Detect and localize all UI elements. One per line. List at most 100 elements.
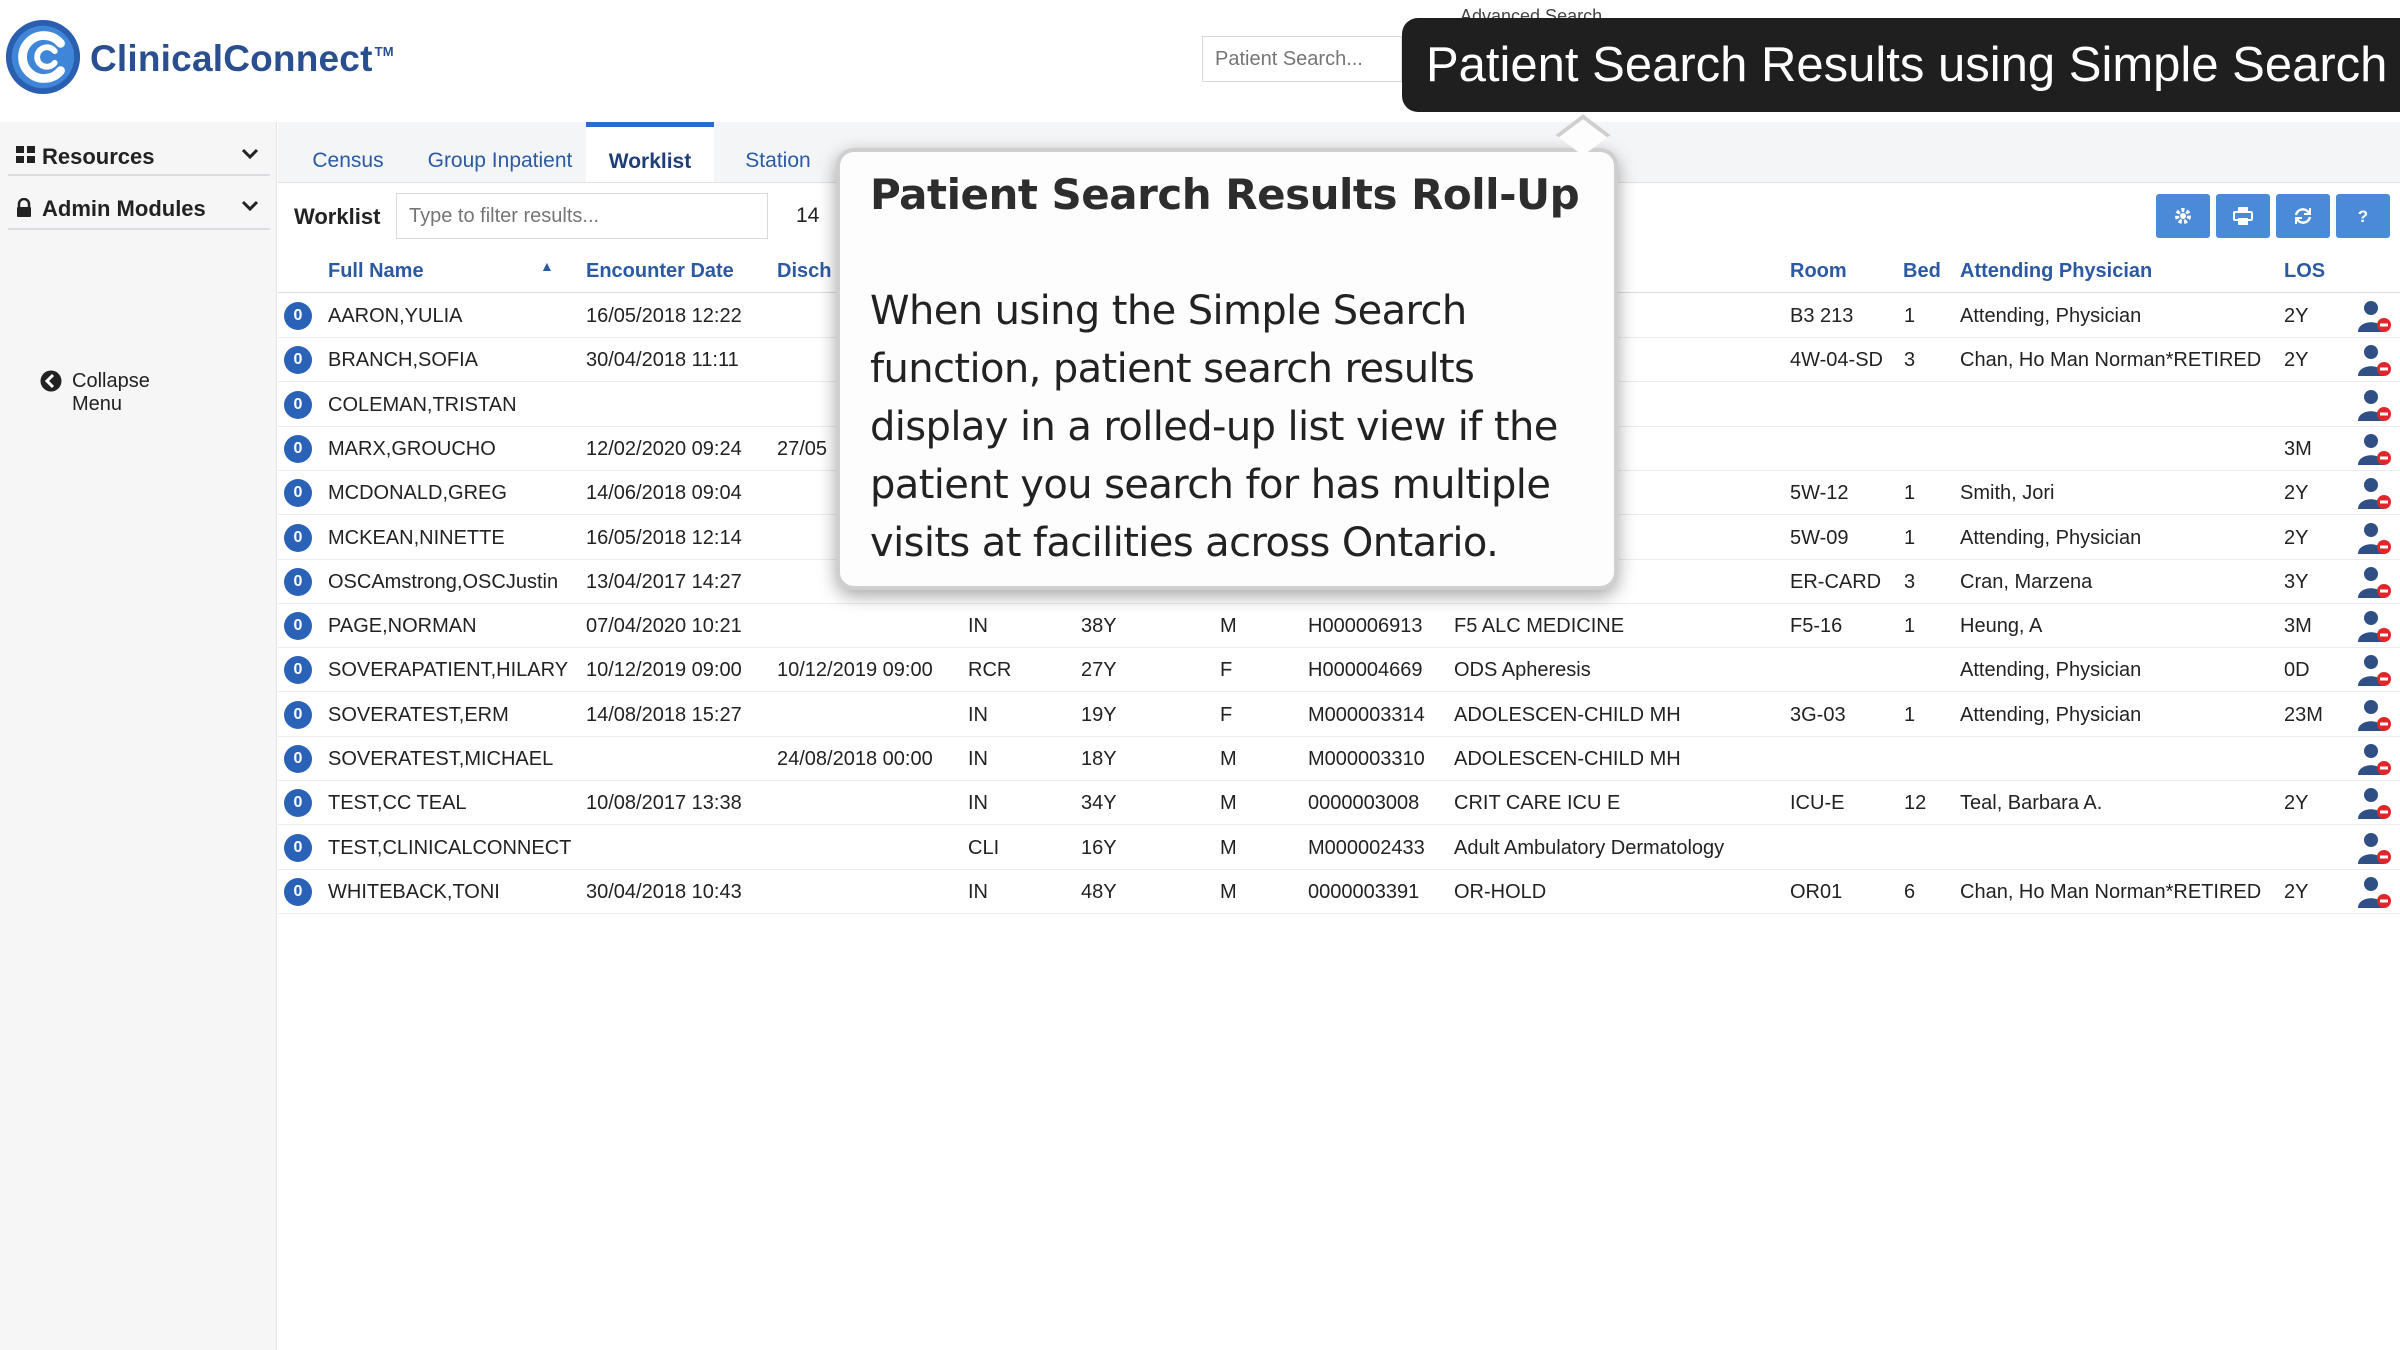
encounter-count-badge[interactable]: 0	[284, 745, 312, 773]
patient-alert-icon[interactable]	[2356, 476, 2392, 510]
cell-patient-name[interactable]: BRANCH,SOFIA	[328, 349, 478, 372]
table-row[interactable]: 0 SOVERATEST,MICHAEL 24/08/2018 00:00 IN 18Y…	[278, 736, 2400, 781]
cell-attending-physician: Attending, Physician	[1960, 703, 2142, 726]
cell-los: 23M	[2284, 703, 2323, 726]
sort-ascending-icon[interactable]: ▲	[540, 258, 554, 274]
cell-patient-name[interactable]: SOVERATEST,ERM	[328, 704, 509, 727]
patient-alert-icon[interactable]	[2356, 609, 2392, 643]
tab-census[interactable]: Census	[288, 122, 408, 182]
cell-room: B3 213	[1790, 305, 1854, 327]
patient-alert-icon[interactable]	[2356, 299, 2392, 333]
cell-unit: CRIT CARE ICU E	[1454, 792, 1621, 815]
cell-encounter-date: 12/02/2020 09:24	[586, 437, 742, 460]
cell-bed: 3	[1904, 570, 1916, 593]
encounter-count-badge[interactable]: 0	[284, 567, 312, 596]
sidebar: Resources Admin Modules Collapse Menu	[0, 122, 277, 1350]
encounter-count-badge[interactable]: 0	[284, 700, 312, 729]
table-row[interactable]: 0 SOVERAPATIENT,HILARY 10/12/2019 09:00 10/…	[278, 647, 2400, 693]
cell-patient-name[interactable]: MCDONALD,GREG	[328, 482, 507, 505]
cell-los: 2Y	[2284, 305, 2309, 327]
encounter-count-badge[interactable]: 0	[284, 479, 312, 508]
encounter-count-badge[interactable]: 0	[284, 346, 312, 375]
cell-patient-name[interactable]: SOVERAPATIENT,HILARY	[328, 659, 568, 682]
gear-icon	[2175, 208, 2191, 224]
cell-discharge-date: 24/08/2018 00:00	[777, 748, 933, 770]
patient-alert-icon[interactable]	[2356, 343, 2392, 377]
column-header-full-name[interactable]: Full Name	[328, 260, 424, 283]
patient-alert-icon[interactable]	[2356, 831, 2392, 865]
patient-alert-icon[interactable]	[2356, 875, 2392, 909]
table-row[interactable]: 0 WHITEBACK,TONI 30/04/2018 10:43 IN 48Y M 000…	[278, 869, 2400, 914]
cell-patient-name[interactable]: PAGE,NORMAN	[328, 615, 477, 638]
encounter-count-badge[interactable]: 0	[284, 523, 312, 552]
cell-los: 2Y	[2284, 792, 2309, 815]
settings-button[interactable]	[2156, 194, 2210, 238]
tab-station[interactable]: Station	[718, 122, 838, 182]
cell-patient-name[interactable]: TEST,CC TEAL	[328, 792, 467, 815]
chevron-down-icon[interactable]	[240, 196, 260, 216]
cell-unit: ODS Apheresis	[1454, 659, 1591, 682]
chevron-down-icon[interactable]	[240, 144, 260, 164]
patient-alert-icon[interactable]	[2356, 521, 2392, 555]
patient-alert-icon[interactable]	[2356, 653, 2392, 687]
tab-worklist[interactable]: Worklist	[586, 122, 714, 182]
cell-patient-name[interactable]: MCKEAN,NINETTE	[328, 527, 505, 550]
cell-patient-name[interactable]: WHITEBACK,TONI	[328, 881, 500, 904]
encounter-count-badge[interactable]: 0	[284, 612, 312, 641]
column-header-room[interactable]: Room	[1790, 260, 1847, 283]
column-header-discharge[interactable]: Disch	[777, 260, 831, 283]
table-row[interactable]: 0 TEST,CLINICALCONNECT CLI 16Y M M000002433 Ad…	[278, 825, 2400, 870]
encounter-count-badge[interactable]: 0	[284, 833, 312, 862]
sidebar-item-resources[interactable]: Resources	[8, 130, 270, 176]
patient-alert-icon[interactable]	[2356, 698, 2392, 732]
cell-encounter-date: 07/04/2020 10:21	[586, 615, 742, 638]
patient-alert-icon[interactable]	[2356, 432, 2392, 466]
cell-patient-name[interactable]: COLEMAN,TRISTAN	[328, 394, 517, 417]
cell-encounter-type: IN	[968, 880, 988, 903]
callout-title: Patient Search Results Roll-Up	[870, 170, 1580, 219]
refresh-button[interactable]	[2276, 194, 2330, 238]
encounter-count-badge[interactable]: 0	[284, 302, 312, 330]
svg-text:?: ?	[2358, 207, 2368, 226]
cell-room: 4W-04-SD	[1790, 349, 1883, 372]
cell-encounter-date: 30/04/2018 11:11	[586, 349, 739, 372]
sidebar-item-admin-modules[interactable]: Admin Modules	[8, 182, 270, 228]
cell-room: OR01	[1790, 880, 1843, 903]
table-row[interactable]: 0 PAGE,NORMAN 07/04/2020 10:21 IN 38Y M H00000…	[278, 603, 2400, 649]
print-button[interactable]	[2216, 194, 2270, 238]
cell-mrn: 0000003008	[1308, 792, 1420, 815]
cell-bed: 1	[1904, 703, 1916, 726]
cell-patient-name[interactable]: SOVERATEST,MICHAEL	[328, 748, 553, 771]
worklist-label: Worklist	[294, 204, 381, 229]
result-count: 14	[796, 204, 820, 227]
encounter-count-badge[interactable]: 0	[284, 390, 312, 419]
patient-alert-icon[interactable]	[2356, 565, 2392, 599]
cell-sex: M	[1220, 836, 1237, 859]
patient-alert-icon[interactable]	[2356, 388, 2392, 422]
column-header-encounter-date[interactable]: Encounter Date	[586, 260, 734, 283]
encounter-count-badge[interactable]: 0	[284, 656, 312, 685]
table-row[interactable]: 0 SOVERATEST,ERM 14/08/2018 15:27 IN 19Y F M00…	[278, 692, 2400, 737]
clinicalconnect-logo-icon	[5, 19, 81, 95]
cell-patient-name[interactable]: MARX,GROUCHO	[328, 438, 496, 461]
patient-alert-icon[interactable]	[2356, 786, 2392, 820]
encounter-count-badge[interactable]: 0	[284, 434, 312, 463]
cell-mrn: H000004669	[1308, 659, 1423, 682]
help-button[interactable]: ?	[2336, 194, 2390, 238]
cell-age: 19Y	[1081, 703, 1117, 726]
table-row[interactable]: 0 TEST,CC TEAL 10/08/2017 13:38 IN 34Y M 00000…	[278, 780, 2400, 826]
column-header-los[interactable]: LOS	[2284, 260, 2325, 283]
patient-search-input[interactable]	[1202, 36, 1402, 82]
cell-patient-name[interactable]: AARON,YULIA	[328, 305, 462, 328]
cell-patient-name[interactable]: TEST,CLINICALCONNECT	[328, 837, 571, 860]
column-header-bed[interactable]: Bed	[1903, 260, 1941, 283]
cell-sex: F	[1220, 659, 1233, 682]
cell-bed: 1	[1904, 526, 1916, 549]
encounter-count-badge[interactable]: 0	[284, 877, 312, 906]
encounter-count-badge[interactable]: 0	[284, 789, 312, 818]
filter-input[interactable]	[396, 193, 768, 239]
tab-group-inpatient[interactable]: Group Inpatient	[412, 122, 588, 182]
patient-alert-icon[interactable]	[2356, 742, 2392, 776]
cell-patient-name[interactable]: OSCAmstrong,OSCJustin	[328, 571, 558, 594]
column-header-attending-physician[interactable]: Attending Physician	[1960, 260, 2152, 283]
